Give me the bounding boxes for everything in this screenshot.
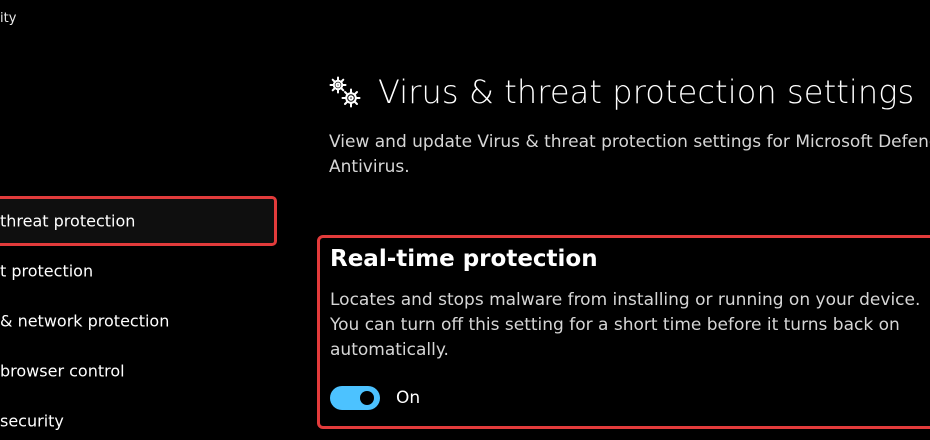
page-description: View and update Virus & threat protectio…: [329, 132, 930, 177]
page-title: Virus & threat protection settings: [378, 73, 915, 111]
sidebar-item-label: & network protection: [0, 311, 170, 331]
sidebar-item-virus-threat-protection[interactable]: threat protection: [0, 196, 280, 246]
selected-highlight: threat protection: [0, 196, 277, 246]
real-time-protection-toggle-row: On: [330, 386, 420, 410]
page-header: Virus & threat protection settings: [328, 72, 914, 112]
sidebar-item-device-security[interactable]: security: [0, 396, 280, 440]
sidebar-nav: threat protection t protection & network…: [0, 196, 280, 440]
toggle-knob: [360, 391, 374, 405]
section-title: Real-time protection: [330, 246, 598, 272]
sidebar-item-app-browser-control[interactable]: browser control: [0, 346, 280, 396]
sidebar-item-firewall-network-protection[interactable]: & network protection: [0, 296, 280, 346]
sidebar-item-account-protection[interactable]: t protection: [0, 246, 280, 296]
toggle-state-label: On: [396, 388, 421, 408]
section-description: Locates and stops malware from installin…: [330, 290, 921, 360]
real-time-protection-toggle[interactable]: [330, 386, 380, 410]
gears-icon: [329, 76, 361, 108]
sidebar-item-label: security: [0, 411, 64, 431]
app-title: ity: [0, 11, 17, 26]
sidebar-item-label: browser control: [0, 361, 125, 381]
sidebar-item-label: t protection: [0, 261, 94, 281]
real-time-protection-section: Real-time protection Locates and stops m…: [317, 235, 930, 429]
sidebar-item-label: threat protection: [0, 211, 136, 231]
